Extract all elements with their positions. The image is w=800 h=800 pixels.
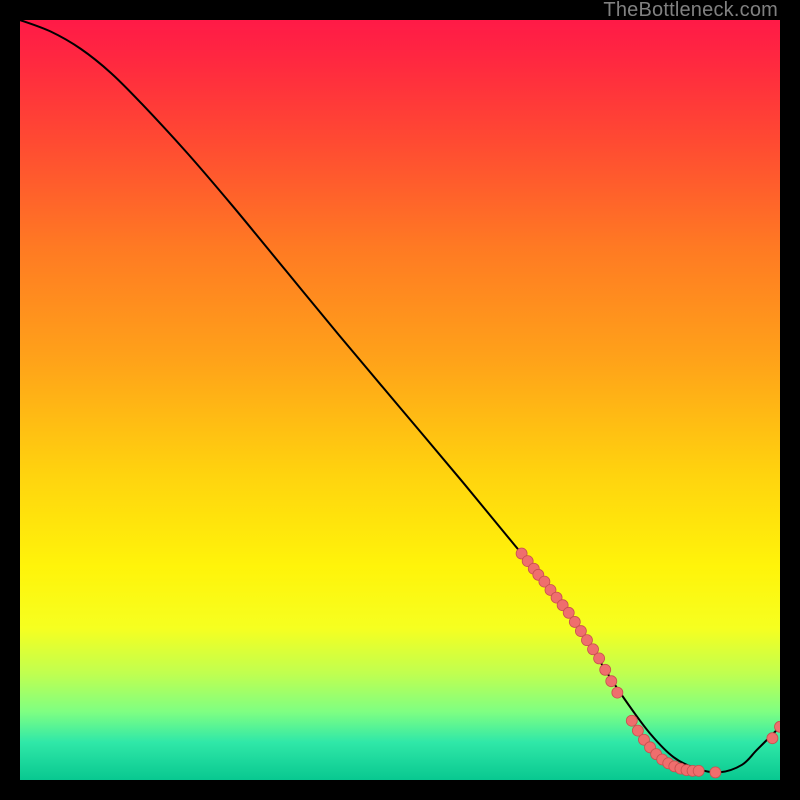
data-point bbox=[710, 767, 721, 778]
chart-container: TheBottleneck.com bbox=[0, 0, 800, 800]
data-point bbox=[626, 715, 637, 726]
data-point bbox=[600, 664, 611, 675]
data-point bbox=[606, 676, 617, 687]
data-point bbox=[693, 765, 704, 776]
data-point bbox=[767, 733, 778, 744]
highlighted-points bbox=[516, 548, 780, 778]
bottleneck-curve bbox=[20, 20, 780, 773]
data-point bbox=[594, 653, 605, 664]
data-point bbox=[612, 687, 623, 698]
chart-overlay bbox=[20, 20, 780, 780]
plot-area bbox=[20, 20, 780, 780]
watermark-text: TheBottleneck.com bbox=[603, 0, 778, 20]
